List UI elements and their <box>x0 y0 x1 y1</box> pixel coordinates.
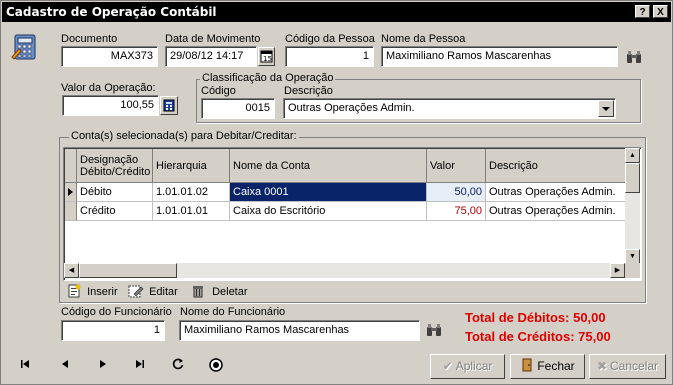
codigo-pessoa-field[interactable]: 1 <box>285 46 374 67</box>
nome-pessoa-field[interactable]: Maximiliano Ramos Mascarenhas <box>381 46 618 67</box>
deletar-button[interactable]: Deletar <box>191 284 248 298</box>
total-debitos: Total de Débitos: 50,00 <box>465 310 606 325</box>
codigo-funcionario-field[interactable]: 1 <box>61 320 165 341</box>
title-bar: Cadastro de Operação Contábil ? X <box>2 2 671 22</box>
scroll-corner <box>625 263 640 278</box>
fechar-button[interactable]: Fechar <box>510 354 585 379</box>
documento-label: Documento <box>61 33 118 45</box>
first-icon <box>21 360 29 368</box>
data-movimento-label: Data de Movimento <box>165 33 261 45</box>
nome-funcionario-label: Nome do Funcionário <box>180 306 286 318</box>
vertical-scroll-thumb[interactable] <box>625 163 640 193</box>
trash-icon <box>193 286 203 298</box>
search-funcionario-button[interactable] <box>426 322 442 338</box>
calendar-icon: 15 <box>260 50 273 63</box>
codigo-pessoa-label: Código da Pessoa <box>285 33 375 45</box>
next-icon <box>100 360 106 368</box>
calculator-button[interactable] <box>160 96 178 115</box>
last-icon <box>136 360 144 368</box>
help-button[interactable]: ? <box>635 5 650 18</box>
calculator-small-icon <box>163 99 175 112</box>
calculator-icon <box>9 31 41 63</box>
grid-vertical-scrollbar[interactable]: ▲ ▼ <box>625 148 640 264</box>
table-cell[interactable]: 1.01.01.02 <box>153 183 230 202</box>
col-designacao[interactable]: Designação Débito/Crédito <box>77 149 153 183</box>
search-pessoa-button[interactable] <box>626 49 642 65</box>
record-icon <box>209 358 223 372</box>
contas-grid[interactable]: Designação Débito/Crédito Hierarquia Nom… <box>63 147 642 281</box>
first-record-button[interactable] <box>18 357 32 374</box>
valor-field[interactable]: 100,55 <box>62 95 159 116</box>
cancel-icon: ✖ <box>596 359 608 373</box>
indicator-header <box>65 149 77 183</box>
table-cell[interactable]: 50,00 <box>427 183 486 202</box>
deletar-label: Deletar <box>212 286 248 298</box>
cancelar-label: Cancelar <box>610 359 659 373</box>
row-indicator[interactable] <box>65 202 77 221</box>
table-cell[interactable]: Outras Operações Admin. <box>486 202 626 221</box>
codigo-classificacao-field[interactable]: 0015 <box>201 98 275 119</box>
binoculars-icon <box>427 324 441 336</box>
table-cell[interactable]: Caixa do Escritório <box>230 202 427 221</box>
scroll-up-button[interactable]: ▲ <box>625 148 640 163</box>
table-cell[interactable]: Débito <box>77 183 153 202</box>
row-indicator[interactable] <box>65 183 77 202</box>
classificacao-title: Classificação da Operação <box>200 72 336 84</box>
inserir-button[interactable]: Inserir <box>67 284 118 298</box>
table-cell[interactable]: Crédito <box>77 202 153 221</box>
refresh-button[interactable] <box>171 357 185 374</box>
descricao-label: Descrição <box>284 85 333 97</box>
scroll-right-button[interactable]: ▶ <box>610 263 625 278</box>
col-valor[interactable]: Valor <box>427 149 486 183</box>
close-button[interactable]: X <box>653 5 668 18</box>
inserir-label: Inserir <box>87 286 118 298</box>
svg-text:15: 15 <box>263 55 272 63</box>
table-cell-selected[interactable]: Caixa 0001 <box>230 183 427 202</box>
calendar-button[interactable]: 15 <box>258 47 275 66</box>
previous-icon <box>62 360 68 368</box>
refresh-icon <box>172 358 184 370</box>
col-descricao[interactable]: Descrição <box>486 149 626 183</box>
previous-record-button[interactable] <box>58 357 72 374</box>
aplicar-label: Aplicar <box>455 359 493 373</box>
check-icon: ✔ <box>442 359 453 373</box>
last-record-button[interactable] <box>133 357 147 374</box>
descricao-select[interactable]: Outras Operações Admin. <box>283 98 616 119</box>
dialog-window: Cadastro de Operação Contábil ? X Docume… <box>0 0 673 385</box>
table-cell[interactable]: 75,00 <box>427 202 486 221</box>
fechar-label: Fechar <box>537 359 575 373</box>
codigo-label: Código <box>201 85 236 97</box>
codigo-funcionario-label: Código do Funcionário <box>61 306 172 318</box>
window-title: Cadastro de Operação Contábil <box>6 5 217 19</box>
grid-horizontal-scrollbar[interactable]: ◀ ▶ <box>64 263 625 278</box>
editar-button[interactable]: Editar <box>128 284 178 298</box>
col-nome-conta[interactable]: Nome da Conta <box>230 149 427 183</box>
cancelar-button[interactable]: ✖ Cancelar <box>589 354 666 379</box>
insert-icon <box>68 284 81 298</box>
horizontal-scroll-thumb[interactable] <box>79 263 177 278</box>
edit-icon <box>128 285 144 298</box>
binoculars-icon <box>627 51 641 63</box>
chevron-down-icon <box>602 107 610 111</box>
table-cell[interactable]: 1.01.01.01 <box>153 202 230 221</box>
descricao-dropdown-button[interactable] <box>598 100 614 117</box>
record-options-button[interactable] <box>208 357 224 376</box>
table-cell[interactable]: Outras Operações Admin. <box>486 183 626 202</box>
next-record-button[interactable] <box>96 357 110 374</box>
contas-title: Conta(s) selecionada(s) para Debitar/Cre… <box>69 130 299 142</box>
nome-pessoa-label: Nome da Pessoa <box>381 33 466 45</box>
valor-label: Valor da Operação: <box>61 82 156 94</box>
col-hierarquia[interactable]: Hierarquia <box>153 149 230 183</box>
aplicar-button[interactable]: ✔ Aplicar <box>430 354 505 379</box>
total-creditos: Total de Créditos: 75,00 <box>465 329 611 344</box>
nome-funcionario-field[interactable]: Maximiliano Ramos Mascarenhas <box>179 320 420 341</box>
editar-label: Editar <box>149 286 178 298</box>
door-icon <box>522 358 532 372</box>
data-movimento-field[interactable]: 29/08/12 14:17 <box>165 46 257 67</box>
documento-field[interactable]: MAX373 <box>61 46 158 67</box>
row-pointer-icon <box>68 188 73 196</box>
scroll-left-button[interactable]: ◀ <box>64 263 79 278</box>
scroll-down-button[interactable]: ▼ <box>625 249 640 264</box>
